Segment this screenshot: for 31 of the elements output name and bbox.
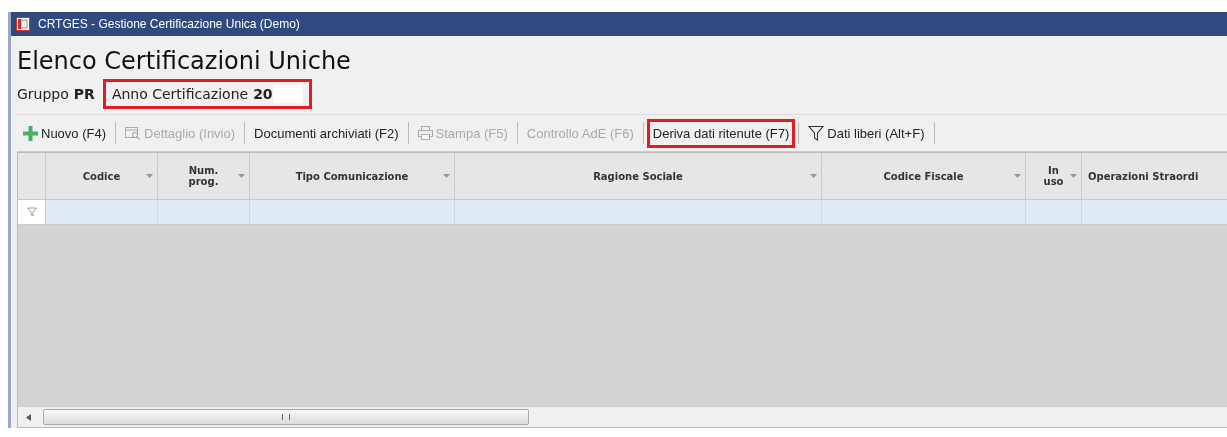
toolbar-button[interactable]: Deriva dati ritenute (F7)	[646, 118, 796, 148]
dropdown-arrow-icon[interactable]	[810, 174, 817, 178]
page-heading: Elenco Certificazioni Uniche	[17, 46, 352, 76]
filter-icon	[26, 207, 37, 217]
app-logo-icon	[16, 17, 30, 31]
scroll-left-icon[interactable]	[26, 413, 31, 421]
scrollbar-thumb[interactable]	[43, 409, 529, 425]
window-title: CRTGES - Gestione Certificazione Unica (Demo)	[38, 17, 300, 31]
printer-icon	[417, 126, 433, 140]
column-header[interactable]: Operazioni Straordi	[1082, 153, 1227, 199]
group-value: PR	[73, 86, 95, 102]
dropdown-arrow-icon[interactable]	[1070, 174, 1077, 178]
column-header[interactable]: In uso	[1026, 153, 1082, 199]
plus-icon	[23, 125, 38, 141]
column-header[interactable]: Tipo Comunicazione	[250, 153, 455, 199]
column-header[interactable]: Codice	[46, 153, 158, 199]
dropdown-arrow-icon[interactable]	[1014, 174, 1021, 178]
column-header[interactable]: Num. prog.	[158, 153, 250, 199]
column-header[interactable]: Codice Fiscale	[822, 153, 1026, 199]
filter-icon	[808, 125, 825, 141]
dropdown-arrow-icon[interactable]	[238, 174, 245, 178]
toolbar-button[interactable]: Documenti archiviati (F2)	[248, 118, 405, 148]
column-header[interactable]: Ragione Sociale	[455, 153, 822, 199]
dropdown-arrow-icon[interactable]	[146, 174, 153, 178]
year-field: Anno Certificazione 20	[102, 79, 312, 109]
window-search-icon	[125, 126, 142, 140]
group-label: Gruppo	[17, 86, 69, 102]
toolbar-button[interactable]: Nuovo (F4)	[17, 118, 113, 148]
dropdown-arrow-icon[interactable]	[443, 174, 450, 178]
toolbar-button[interactable]: Dati liberi (Alt+F)	[802, 118, 931, 148]
horizontal-scrollbar[interactable]	[18, 406, 1227, 427]
